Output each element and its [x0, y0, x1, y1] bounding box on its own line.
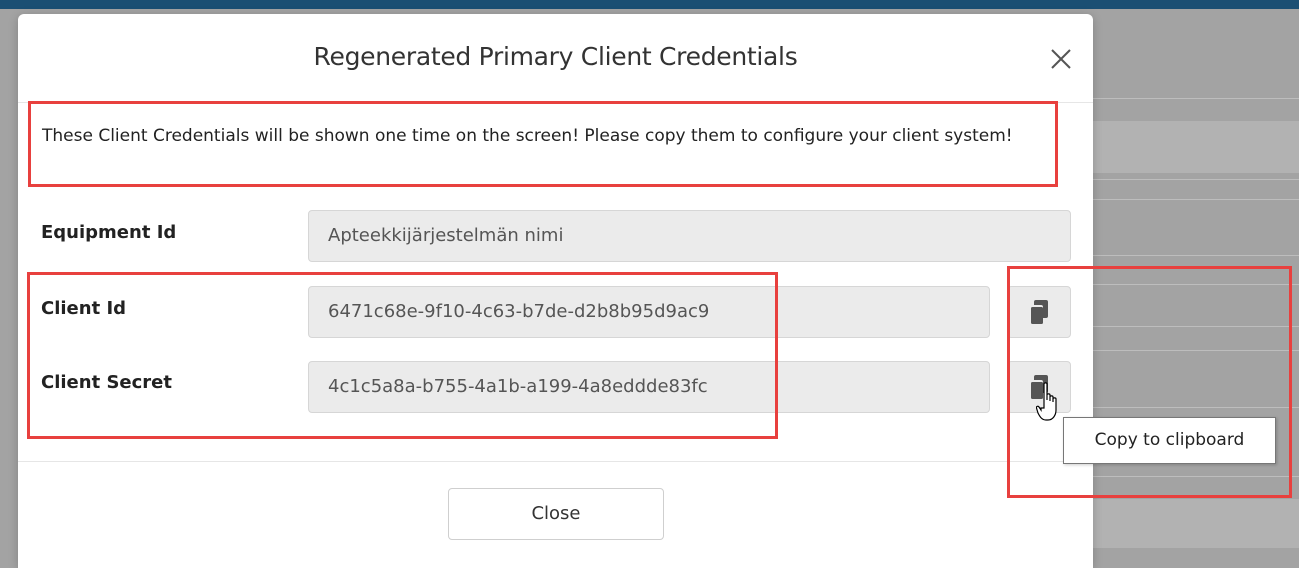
- equipment-id-field[interactable]: Apteekkijärjestelmän nimi: [308, 210, 1071, 262]
- background-divider: [1090, 98, 1299, 99]
- modal-header: Regenerated Primary Client Credentials: [18, 14, 1093, 103]
- equipment-id-label: Equipment Id: [41, 222, 177, 243]
- close-icon[interactable]: [1046, 44, 1076, 74]
- background-divider: [1090, 199, 1299, 200]
- modal-footer-divider: [18, 461, 1093, 462]
- credentials-highlight-box: [27, 272, 778, 439]
- top-bar: [0, 0, 1299, 9]
- background-divider: [1090, 179, 1299, 180]
- background-divider: [1090, 255, 1299, 256]
- background-row: [1090, 121, 1299, 173]
- notice-text: These Client Credentials will be shown o…: [42, 126, 1013, 146]
- background-row: [1090, 499, 1299, 548]
- close-button[interactable]: Close: [448, 488, 664, 540]
- hand-cursor-icon: [1035, 382, 1060, 429]
- copy-tooltip: Copy to clipboard: [1063, 417, 1276, 464]
- modal-title: Regenerated Primary Client Credentials: [313, 42, 798, 71]
